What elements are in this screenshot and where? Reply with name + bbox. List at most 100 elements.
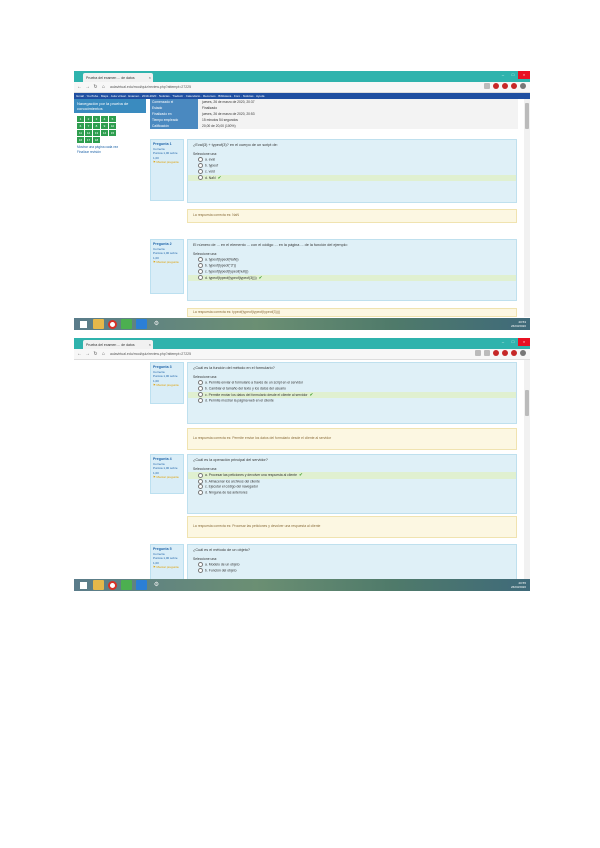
question-nav-button[interactable]: 3 — [93, 116, 100, 122]
extension-icon[interactable] — [493, 83, 499, 89]
question-nav-button[interactable]: 14 — [101, 130, 108, 136]
profile-icon[interactable] — [520, 350, 526, 356]
system-tray[interactable]: 20:53 26/03/2020 — [511, 320, 526, 328]
forward-icon[interactable]: → — [85, 84, 90, 90]
app-icon[interactable] — [121, 319, 132, 329]
extension-icon[interactable] — [502, 83, 508, 89]
close-icon[interactable]: × — [149, 75, 151, 80]
radio-icon[interactable] — [198, 472, 203, 478]
scroll-thumb[interactable] — [525, 103, 529, 129]
question-nav-button[interactable]: 11 — [77, 130, 84, 136]
radio-icon[interactable] — [198, 478, 203, 484]
taskbar: ⚙ 20:55 26/03/2020 — [74, 579, 530, 591]
answer-option[interactable]: d. Ninguna de las anteriores — [193, 490, 511, 496]
url-field[interactable]: aulavirtual.edu/mod/quiz/review.php?atte… — [110, 85, 390, 89]
radio-icon[interactable] — [198, 484, 203, 490]
radio-icon[interactable] — [198, 567, 203, 573]
radio-icon[interactable] — [198, 275, 203, 281]
minimize-icon[interactable]: – — [498, 338, 508, 346]
answer-option[interactable]: d. NaN ✔ — [188, 174, 516, 182]
bookmark-star-icon[interactable] — [484, 350, 490, 356]
bookmark-star-icon[interactable] — [484, 83, 490, 89]
radio-icon[interactable] — [198, 257, 203, 262]
settings-icon[interactable]: ⚙ — [151, 319, 162, 329]
flag-question[interactable]: ⚑ Marcar pregunta — [153, 475, 181, 480]
answer-option[interactable]: d. Permite mostrar la página web en el c… — [193, 398, 511, 404]
url-field[interactable]: aulavirtual.edu/mod/quiz/review.php?atte… — [110, 352, 390, 356]
radio-icon[interactable] — [198, 385, 203, 391]
extension-icon[interactable] — [511, 83, 517, 89]
back-icon[interactable]: ← — [77, 351, 82, 357]
extension-icon[interactable] — [502, 350, 508, 356]
close-window-icon[interactable]: × — [518, 338, 530, 346]
zoom-icon[interactable] — [475, 350, 481, 356]
close-icon[interactable]: × — [149, 342, 151, 347]
question-nav-button[interactable]: 10 — [109, 123, 116, 129]
reload-icon[interactable]: ↻ — [93, 84, 98, 90]
flag-question[interactable]: ⚑ Marcar pregunta — [153, 565, 181, 570]
radio-icon[interactable] — [198, 268, 203, 274]
scroll-thumb[interactable] — [525, 390, 529, 416]
question-nav-button[interactable]: 8 — [93, 123, 100, 129]
scrollbar[interactable] — [524, 99, 530, 317]
question-nav-button[interactable]: 12 — [85, 130, 92, 136]
chrome-icon[interactable] — [108, 580, 117, 590]
radio-icon[interactable] — [198, 162, 203, 168]
back-icon[interactable]: ← — [77, 84, 82, 90]
flag-question[interactable]: ⚑ Marcar pregunta — [153, 160, 181, 165]
question-nav-button[interactable]: 1 — [77, 116, 84, 122]
finish-review-link[interactable]: Finalizar revisión — [74, 150, 146, 155]
radio-icon[interactable] — [198, 380, 203, 385]
browser-tab[interactable]: Prueba del examen ... de datos × — [83, 340, 153, 349]
windows-start-icon[interactable] — [78, 319, 89, 329]
home-icon[interactable]: ⌂ — [101, 84, 106, 90]
radio-icon[interactable] — [198, 262, 203, 268]
maximize-icon[interactable]: □ — [508, 71, 518, 79]
minimize-icon[interactable]: – — [498, 71, 508, 79]
radio-icon[interactable] — [198, 398, 203, 404]
forward-icon[interactable]: → — [85, 351, 90, 357]
vscode-icon[interactable] — [136, 580, 147, 590]
question-nav-button[interactable]: 7 — [85, 123, 92, 129]
radio-icon[interactable] — [198, 490, 203, 496]
question-nav-button[interactable]: 4 — [101, 116, 108, 122]
question-nav-button[interactable]: 18 — [93, 137, 100, 143]
correct-check-icon: ✔ — [258, 274, 263, 280]
answer-option[interactable]: d. typeof(typeof(typeof(typeof(3)))) ✔ — [188, 274, 516, 282]
browser-tab[interactable]: Prueba del examen ... de datos × — [83, 73, 153, 82]
windows-start-icon[interactable] — [78, 580, 89, 590]
question-nav-button[interactable]: 6 — [77, 123, 84, 129]
chrome-icon[interactable] — [108, 319, 117, 329]
question-nav-button[interactable]: 15 — [109, 130, 116, 136]
question-nav-button[interactable]: 2 — [85, 116, 92, 122]
answer-option[interactable]: b. Función del objeto — [193, 567, 511, 574]
answer-option-label: b. Función del objeto — [205, 568, 237, 573]
reload-icon[interactable]: ↻ — [93, 351, 98, 357]
question-nav-button[interactable]: 9 — [101, 123, 108, 129]
close-window-icon[interactable]: × — [518, 71, 530, 79]
settings-icon[interactable]: ⚙ — [151, 580, 162, 590]
extension-icon[interactable] — [493, 350, 499, 356]
question-nav-button[interactable]: 16 — [77, 137, 84, 143]
radio-icon[interactable] — [198, 157, 203, 162]
file-explorer-icon[interactable] — [93, 319, 104, 329]
radio-icon[interactable] — [198, 175, 203, 181]
home-icon[interactable]: ⌂ — [101, 351, 106, 357]
flag-question[interactable]: ⚑ Marcar pregunta — [153, 260, 181, 265]
radio-icon[interactable] — [198, 392, 203, 398]
extension-icon[interactable] — [511, 350, 517, 356]
file-explorer-icon[interactable] — [93, 580, 104, 590]
radio-icon[interactable] — [198, 562, 203, 567]
system-tray[interactable]: 20:55 26/03/2020 — [511, 581, 526, 589]
profile-icon[interactable] — [520, 83, 526, 89]
summary-value: 20,00 de 20,00 (100%) — [198, 123, 518, 129]
vscode-icon[interactable] — [136, 319, 147, 329]
flag-question[interactable]: ⚑ Marcar pregunta — [153, 383, 181, 388]
maximize-icon[interactable]: □ — [508, 338, 518, 346]
question-nav-button[interactable]: 5 — [109, 116, 116, 122]
radio-icon[interactable] — [198, 168, 203, 174]
question-nav-button[interactable]: 17 — [85, 137, 92, 143]
app-icon[interactable] — [121, 580, 132, 590]
scrollbar[interactable] — [524, 360, 530, 579]
question-nav-button[interactable]: 13 — [93, 130, 100, 136]
